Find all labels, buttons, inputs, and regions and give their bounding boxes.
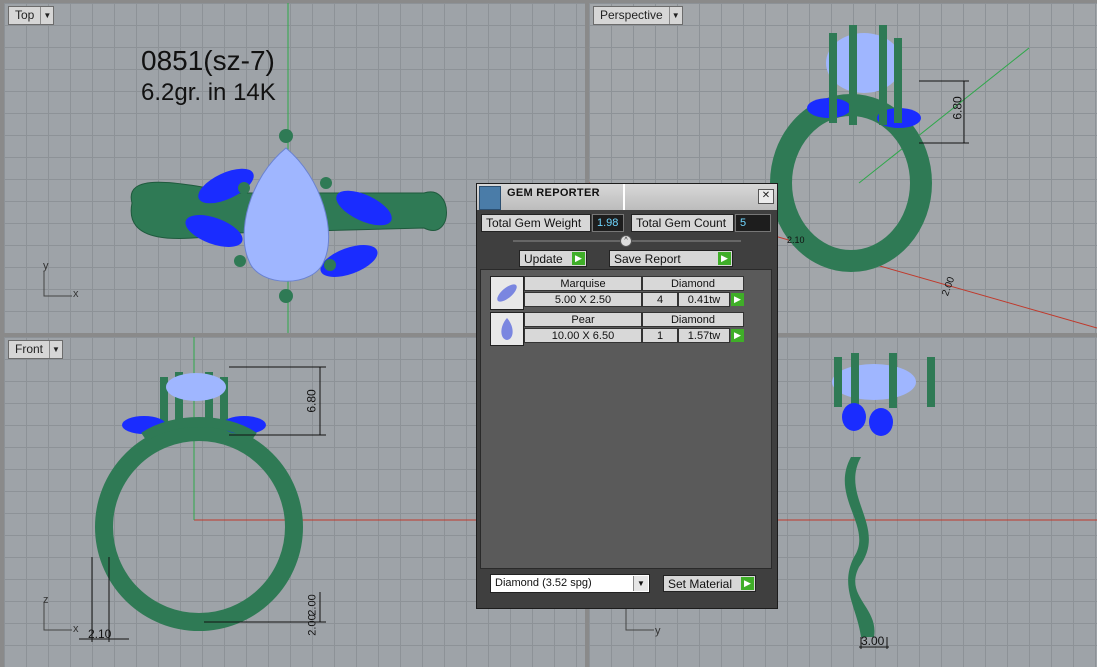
gem-row-pear[interactable]: Pear Diamond 10.00 X 6.50 1 1.57tw ▶	[488, 312, 748, 346]
dimension-band-2: 2.00	[306, 614, 319, 636]
close-icon[interactable]: ✕	[758, 189, 774, 204]
axis-y-label: y	[43, 260, 49, 272]
marquise-gem-thumbnail	[490, 276, 524, 310]
gem-reporter-dialog: GEM REPORTER ✕ Total Gem Weight 1.98 Tot…	[476, 183, 778, 609]
axis-x-label: x	[73, 288, 79, 300]
gem-total-weight: 0.41tw	[678, 292, 730, 307]
ring-weight-caption: 6.2gr. in 14K	[141, 79, 276, 106]
total-gem-count-label: Total Gem Count	[631, 214, 734, 232]
dimension-width: 2.10	[88, 627, 112, 641]
dimension-side: 2.10	[787, 235, 805, 245]
set-material-button-label: Set Material	[668, 577, 733, 591]
viewport-label: Top	[15, 8, 35, 22]
material-select-value: Diamond (3.52 spg)	[495, 577, 592, 589]
chevron-down-icon[interactable]: ▼	[633, 576, 648, 591]
gem-size: 5.00 X 2.50	[524, 292, 642, 307]
save-report-button[interactable]: Save Report ▶	[609, 250, 733, 267]
dimension-height: 6.80	[304, 389, 319, 413]
total-gem-count-value: 5	[735, 214, 771, 232]
pear-gem-thumbnail	[490, 312, 524, 346]
total-gem-weight-label: Total Gem Weight	[481, 214, 591, 232]
gem-size: 10.00 X 6.50	[524, 328, 642, 343]
viewport-label: Front	[15, 342, 44, 356]
gem-list[interactable]: Marquise Diamond 5.00 X 2.50 4 0.41tw ▶ …	[480, 269, 772, 569]
gem-material: Diamond	[642, 312, 744, 327]
chevron-down-icon[interactable]: ▼	[668, 7, 682, 24]
update-button-label: Update	[524, 252, 563, 266]
set-material-button[interactable]: Set Material ▶	[663, 575, 756, 592]
play-arrow-icon: ▶	[741, 577, 754, 590]
gem-row-marquise[interactable]: Marquise Diamond 5.00 X 2.50 4 0.41tw ▶	[488, 276, 748, 310]
update-button[interactable]: Update ▶	[519, 250, 587, 267]
ring-code-caption: 0851(sz-7)	[141, 45, 275, 76]
gem-total-weight: 1.57tw	[678, 328, 730, 343]
play-arrow-icon: ▶	[718, 252, 731, 265]
chevron-down-icon[interactable]: ▼	[49, 341, 62, 358]
front-viewport-tab[interactable]: Front ▼	[8, 340, 64, 359]
axis-y-label: y	[655, 625, 661, 637]
play-arrow-icon: ▶	[572, 252, 585, 265]
gem-select-arrow-icon[interactable]: ▶	[731, 329, 744, 342]
gem-reporter-logo-icon	[479, 186, 501, 210]
total-gem-weight-value: 1.98	[592, 214, 624, 232]
gem-shape: Pear	[524, 312, 642, 327]
gem-shape: Marquise	[524, 276, 642, 291]
collapse-toggle-icon[interactable]: ^	[620, 235, 632, 247]
dialog-titlebar[interactable]: GEM REPORTER ✕	[477, 184, 777, 210]
axis-z-label: z	[43, 594, 49, 606]
gem-count: 1	[642, 328, 678, 343]
top-viewport-tab[interactable]: Top ▼	[8, 6, 55, 25]
perspective-viewport-tab[interactable]: Perspective ▼	[593, 6, 683, 25]
gem-material: Diamond	[642, 276, 744, 291]
dimension-height: 6.80	[950, 96, 965, 120]
viewport-label: Perspective	[600, 8, 663, 22]
gem-count: 4	[642, 292, 678, 307]
dimension-width: 3.00	[861, 634, 885, 648]
gem-select-arrow-icon[interactable]: ▶	[731, 293, 744, 306]
chevron-down-icon[interactable]: ▼	[40, 7, 53, 24]
axis-x-label: x	[73, 623, 79, 635]
dimension-band-1: 2.00	[306, 594, 319, 616]
dialog-title: GEM REPORTER	[507, 187, 600, 199]
save-report-button-label: Save Report	[614, 252, 681, 266]
material-select[interactable]: Diamond (3.52 spg) ▼	[490, 574, 650, 593]
